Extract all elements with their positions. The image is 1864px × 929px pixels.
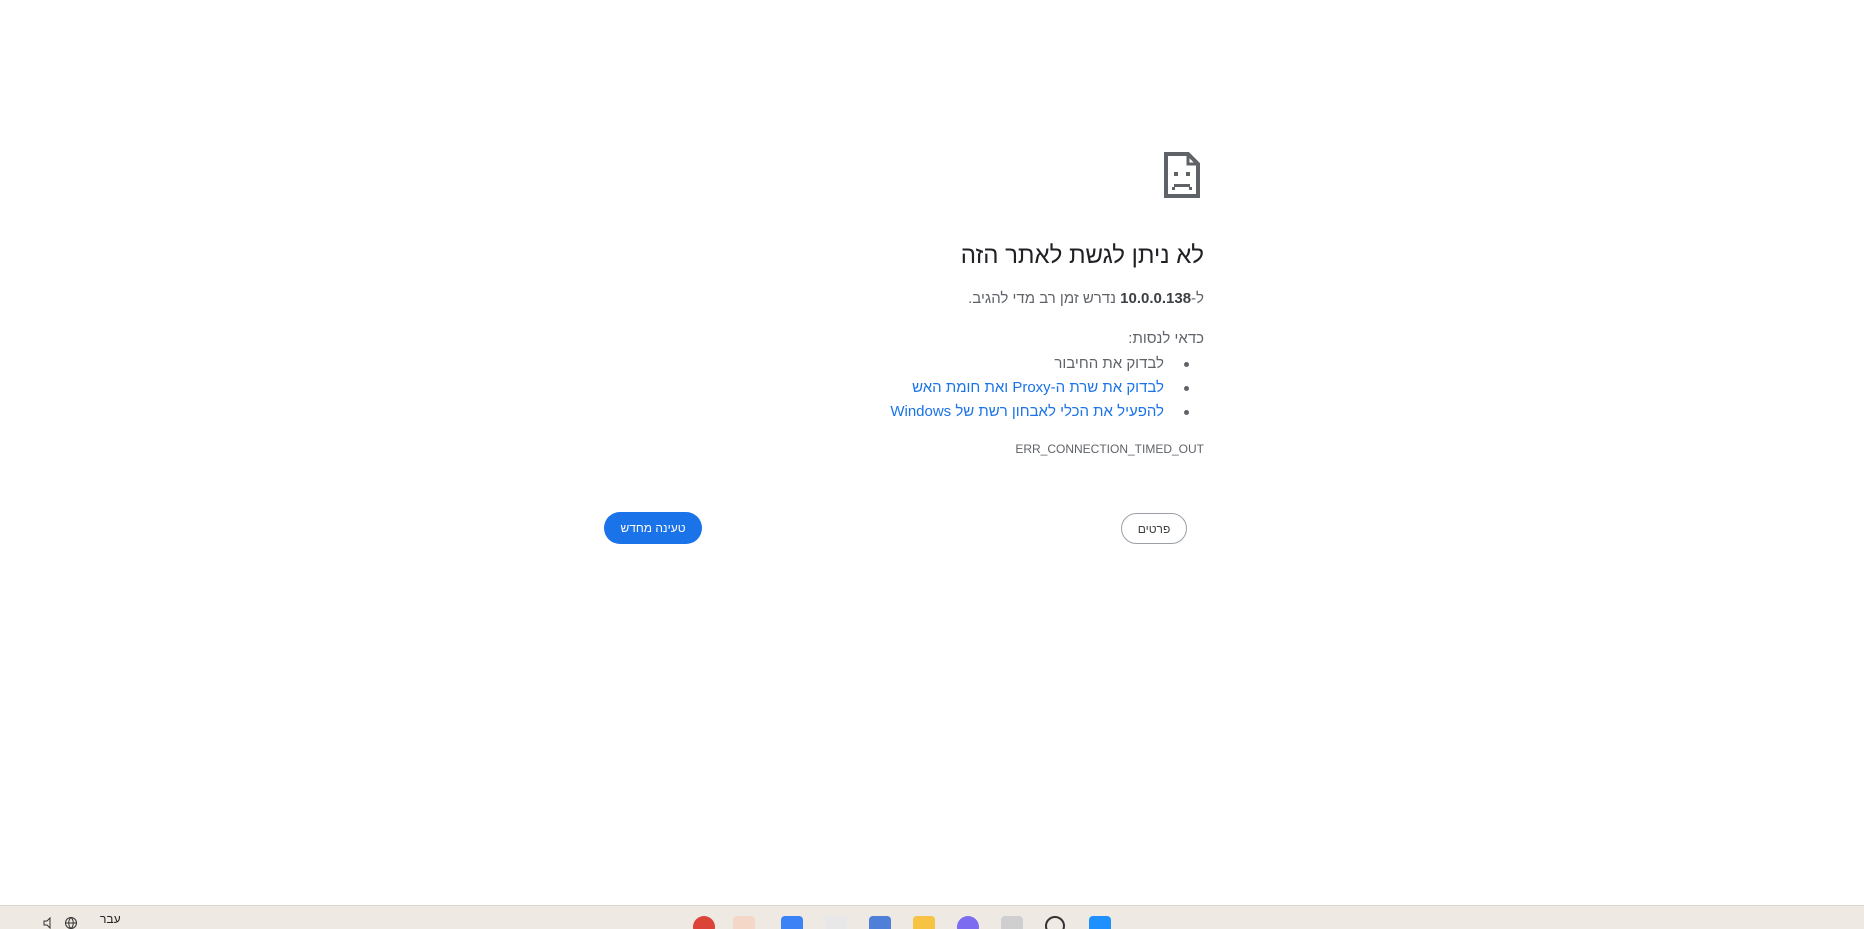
desc-prefix: ל-: [1191, 290, 1204, 307]
paint-icon[interactable]: [825, 916, 847, 929]
host-address: 10.0.0.138: [1120, 290, 1192, 307]
suggestion-text: לבדוק את החיבור: [1054, 355, 1164, 372]
suggestions-list: לבדוק את החיבור לבדוק את שרת ה-Proxy ואת…: [890, 352, 1204, 424]
error-code: ERR_CONNECTION_TIMED_OUT: [1015, 442, 1204, 456]
reload-button[interactable]: טעינה מחדש: [604, 512, 702, 544]
details-button[interactable]: פרטים: [1121, 513, 1187, 544]
browser-page: לא ניתן לגשת לאתר הזה ל-10.0.0.138 נדרש …: [0, 0, 1864, 905]
suggestion-check-connection: לבדוק את החיבור: [890, 352, 1189, 376]
check-proxy-link[interactable]: לבדוק את שרת ה-Proxy ואת חומת האש: [912, 379, 1164, 396]
start-icon[interactable]: [1089, 916, 1111, 929]
volume-icon[interactable]: [42, 916, 56, 929]
file-app-icon[interactable]: [869, 916, 891, 929]
copilot-icon[interactable]: [957, 916, 979, 929]
network-diagnostics-link[interactable]: להפעיל את הכלי לאבחון רשת של Windows: [890, 403, 1164, 420]
page-title: לא ניתן לגשת לאתר הזה: [960, 242, 1204, 269]
suggestion-check-proxy: לבדוק את שרת ה-Proxy ואת חומת האש: [890, 376, 1189, 400]
chrome-icon[interactable]: [693, 916, 715, 929]
suggestion-network-diagnostics: להפעיל את הכלי לאבחון רשת של Windows: [890, 400, 1189, 424]
user-profile-icon[interactable]: [733, 916, 755, 929]
taskview-icon[interactable]: [1001, 916, 1023, 929]
desc-suffix: נדרש זמן רב מדי להגיב.: [968, 290, 1121, 307]
taskbar: עבר: [0, 905, 1864, 929]
settings-app-icon[interactable]: [781, 916, 803, 929]
sad-page-icon: [1160, 150, 1204, 200]
error-description: ל-10.0.0.138 נדרש זמן רב מדי להגיב.: [968, 290, 1204, 307]
language-indicator[interactable]: עבר: [100, 912, 121, 926]
try-label: כדאי לנסות:: [1128, 330, 1204, 347]
search-icon[interactable]: [1045, 916, 1065, 929]
folder-icon[interactable]: [913, 916, 935, 929]
globe-icon[interactable]: [64, 916, 78, 929]
